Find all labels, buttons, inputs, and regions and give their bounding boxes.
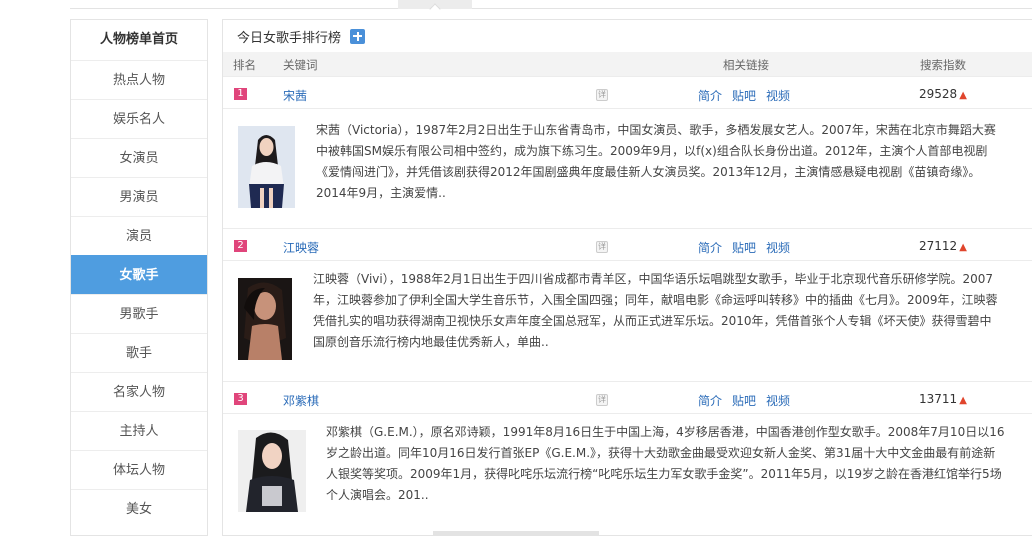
- detail-icon[interactable]: 详: [596, 241, 608, 253]
- avatar[interactable]: [238, 430, 306, 512]
- panel-title: 今日女歌手排行榜: [237, 30, 342, 46]
- sidebar-title[interactable]: 人物榜单首页: [71, 20, 207, 60]
- portrait-image: [238, 430, 306, 512]
- arrow-up-icon: ▲: [959, 395, 967, 406]
- portrait-image: [238, 278, 292, 360]
- related-links: 简介 贴吧 视频: [698, 87, 800, 104]
- related-links: 简介 贴吧 视频: [698, 392, 800, 409]
- arrow-up-icon: ▲: [959, 90, 967, 101]
- keyword-link[interactable]: 邓紫棋: [283, 392, 319, 409]
- portrait-image: [238, 126, 295, 208]
- intro-link[interactable]: 简介: [698, 394, 722, 408]
- rank-badge: 3: [234, 393, 247, 405]
- rank-badge: 1: [234, 88, 247, 100]
- plus-icon[interactable]: [350, 28, 366, 44]
- intro-link[interactable]: 简介: [698, 89, 722, 103]
- video-link[interactable]: 视频: [766, 241, 790, 255]
- sidebar-item-actresses[interactable]: 女演员: [71, 138, 207, 177]
- panel-header: 今日女歌手排行榜: [223, 20, 1032, 52]
- col-search-index: 搜索指数: [920, 58, 966, 72]
- entry-detail: 宋茜（Victoria），1987年2月2日出生于山东省青岛市，中国女演员、歌手…: [223, 108, 1032, 228]
- sidebar-item-celebrities[interactable]: 娱乐名人: [71, 99, 207, 138]
- sidebar-item-hot-people[interactable]: 热点人物: [71, 60, 207, 99]
- bottom-tab: [433, 531, 599, 536]
- avatar[interactable]: [238, 278, 292, 360]
- category-sidebar: 人物榜单首页 热点人物 娱乐名人 女演员 男演员 演员 女歌手 男歌手 歌手 名…: [70, 19, 208, 536]
- search-index: 29528 ▲: [919, 87, 967, 101]
- sidebar-item-singers[interactable]: 歌手: [71, 333, 207, 372]
- tieba-link[interactable]: 贴吧: [732, 241, 756, 255]
- search-index-value: 13711: [919, 392, 958, 406]
- table-row: 2 江映蓉 详 简介 贴吧 视频 27112 ▲: [223, 228, 1032, 260]
- search-index: 13711 ▲: [919, 392, 967, 406]
- search-index: 27112 ▲: [919, 239, 967, 253]
- avatar[interactable]: [238, 126, 295, 208]
- sidebar-item-performers[interactable]: 演员: [71, 216, 207, 255]
- rank-badge: 2: [234, 240, 247, 252]
- sidebar-item-sports-people[interactable]: 体坛人物: [71, 450, 207, 489]
- col-rank: 排名: [233, 58, 256, 72]
- sidebar-item-famous-people[interactable]: 名家人物: [71, 372, 207, 411]
- column-header: 排名 关键词 相关链接 搜索指数: [223, 52, 1032, 76]
- tieba-link[interactable]: 贴吧: [732, 89, 756, 103]
- sidebar-item-male-singers[interactable]: 男歌手: [71, 294, 207, 333]
- search-index-value: 29528: [919, 87, 958, 101]
- table-row: 1 宋茜 详 简介 贴吧 视频 29528 ▲: [223, 76, 1032, 108]
- keyword-link[interactable]: 江映蓉: [283, 239, 319, 256]
- detail-icon[interactable]: 详: [596, 89, 608, 101]
- search-index-value: 27112: [919, 239, 958, 253]
- video-link[interactable]: 视频: [766, 394, 790, 408]
- top-divider: [70, 8, 1032, 9]
- entry-detail: 江映蓉（Vivi），1988年2月1日出生于四川省成都市青羊区，中国华语乐坛唱跳…: [223, 260, 1032, 381]
- entry-description: 邓紫棋（G.E.M.），原名邓诗颖，1991年8月16日生于中国上海，4岁移居香…: [326, 425, 1005, 502]
- tieba-link[interactable]: 贴吧: [732, 394, 756, 408]
- intro-link[interactable]: 简介: [698, 241, 722, 255]
- related-links: 简介 贴吧 视频: [698, 239, 800, 256]
- sidebar-item-hosts[interactable]: 主持人: [71, 411, 207, 450]
- detail-icon[interactable]: 详: [596, 394, 608, 406]
- sidebar-item-actors[interactable]: 男演员: [71, 177, 207, 216]
- arrow-up-icon: ▲: [959, 242, 967, 253]
- col-links: 相关链接: [723, 58, 769, 72]
- sidebar-item-beauties[interactable]: 美女: [71, 489, 207, 528]
- video-link[interactable]: 视频: [766, 89, 790, 103]
- sidebar-item-female-singers[interactable]: 女歌手: [71, 255, 207, 294]
- keyword-link[interactable]: 宋茜: [283, 87, 307, 104]
- entry-detail: 邓紫棋（G.E.M.），原名邓诗颖，1991年8月16日生于中国上海，4岁移居香…: [223, 413, 1032, 533]
- entry-description: 宋茜（Victoria），1987年2月2日出生于山东省青岛市，中国女演员、歌手…: [316, 123, 996, 200]
- col-keyword: 关键词: [283, 58, 318, 72]
- entry-description: 江映蓉（Vivi），1988年2月1日出生于四川省成都市青羊区，中国华语乐坛唱跳…: [313, 272, 998, 349]
- ranking-panel: 今日女歌手排行榜 排名 关键词 相关链接 搜索指数 1 宋茜 详 简介 贴吧 视频 …: [222, 19, 1032, 536]
- table-row: 3 邓紫棋 详 简介 贴吧 视频 13711 ▲: [223, 381, 1032, 413]
